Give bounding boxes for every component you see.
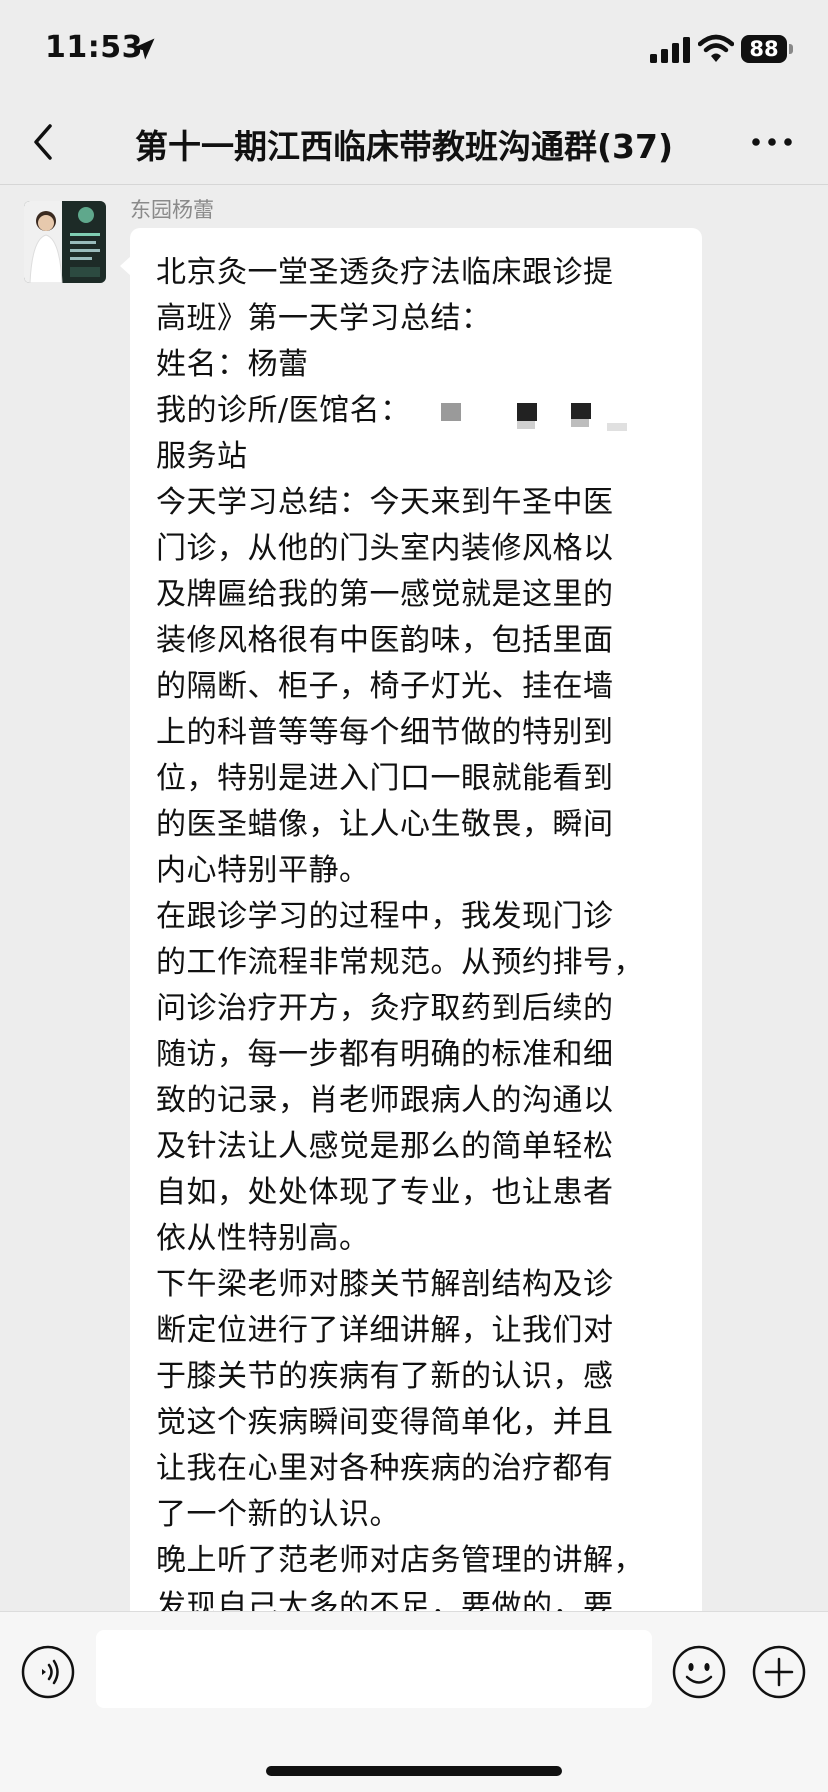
- message-line: 问诊治疗开方，灸疗取药到后续的: [156, 991, 614, 1026]
- message-line: 北京灸一堂圣透灸疗法临床跟诊提: [156, 255, 614, 290]
- chat-area[interactable]: 东园杨蕾 北京灸一堂圣透灸疗法临床跟诊提 高班》第一天学习总结： 姓名：杨蕾 我…: [0, 186, 828, 1611]
- message-line-text: 我的诊所/医馆名：: [156, 393, 411, 428]
- message-line: 内心特别平静。: [156, 853, 370, 888]
- message-line: 下午梁老师对膝关节解剖结构及诊: [156, 1267, 614, 1302]
- battery-indicator: 88: [741, 35, 787, 63]
- message-line: 致的记录，肖老师跟病人的沟通以: [156, 1083, 614, 1118]
- voice-icon[interactable]: [20, 1644, 76, 1700]
- home-indicator: [266, 1766, 562, 1776]
- message-bubble[interactable]: 北京灸一堂圣透灸疗法临床跟诊提 高班》第一天学习总结： 姓名：杨蕾 我的诊所/医…: [130, 228, 702, 1611]
- message-line: 断定位进行了详细讲解，让我们对: [156, 1313, 614, 1348]
- message-line: 门诊，从他的门头室内装修风格以: [156, 531, 614, 566]
- input-bar: [0, 1611, 828, 1792]
- chevron-left-icon[interactable]: [28, 120, 58, 164]
- message-line: 及牌匾给我的第一感觉就是这里的: [156, 577, 614, 612]
- battery-tip: [789, 44, 793, 54]
- avatar-image: [24, 201, 106, 283]
- message-line: 随访，每一步都有明确的标准和细: [156, 1037, 614, 1072]
- chat-title: 第十一期江西临床带教班沟通群(37): [134, 127, 674, 166]
- message-line: 的隔断、柜子，椅子灯光、挂在墙: [156, 669, 614, 704]
- nav-bar: 第十一期江西临床带教班沟通群(37): [0, 100, 828, 185]
- plus-icon[interactable]: [751, 1644, 807, 1700]
- message-line: 晚上听了范老师对店务管理的讲解，: [156, 1543, 644, 1578]
- message-line: 的医圣蜡像，让人心生敬畏，瞬间: [156, 807, 614, 842]
- message-line: 让我在心里对各种疾病的治疗都有: [156, 1451, 614, 1486]
- message-line: 发现自己太多的不足，要做的，要: [156, 1589, 614, 1611]
- avatar[interactable]: [24, 201, 106, 283]
- message-input[interactable]: [96, 1630, 652, 1708]
- message-line: 姓名：杨蕾: [156, 347, 309, 382]
- location-arrow-icon: [133, 38, 155, 60]
- message-line: 位，特别是进入门口一眼就能看到: [156, 761, 614, 796]
- message-line: 了一个新的认识。: [156, 1497, 400, 1532]
- message-line: 在跟诊学习的过程中，我发现门诊: [156, 899, 614, 934]
- more-dots-icon[interactable]: [750, 130, 794, 154]
- message-line: 觉这个疾病瞬间变得简单化，并且: [156, 1405, 614, 1440]
- status-bar: 11:53 88: [0, 0, 828, 100]
- message-line: 今天学习总结：今天来到午圣中医: [156, 485, 614, 520]
- sender-name: 东园杨蕾: [130, 198, 214, 222]
- message-line: 依从性特别高。: [156, 1221, 370, 1256]
- message-line: 及针法让人感觉是那么的简单轻松: [156, 1129, 614, 1164]
- signal-icon: [650, 37, 690, 63]
- message-line: 自如，处处体现了专业，也让患者: [156, 1175, 614, 1210]
- status-time: 11:53: [45, 30, 143, 65]
- message-line-clinic: 我的诊所/医馆名：: [156, 388, 676, 434]
- wifi-icon: [698, 34, 734, 62]
- message-line: 高班》第一天学习总结：: [156, 301, 492, 336]
- message-line: 装修风格很有中医韵味，包括里面: [156, 623, 614, 658]
- emoji-icon[interactable]: [671, 1644, 727, 1700]
- redacted-block: [440, 402, 627, 431]
- message-line: 上的科普等等每个细节做的特别到: [156, 715, 614, 750]
- message-line: 的工作流程非常规范。从预约排号，: [156, 945, 644, 980]
- message-line: 于膝关节的疾病有了新的认识，感: [156, 1359, 614, 1394]
- message-line: 服务站: [156, 439, 248, 474]
